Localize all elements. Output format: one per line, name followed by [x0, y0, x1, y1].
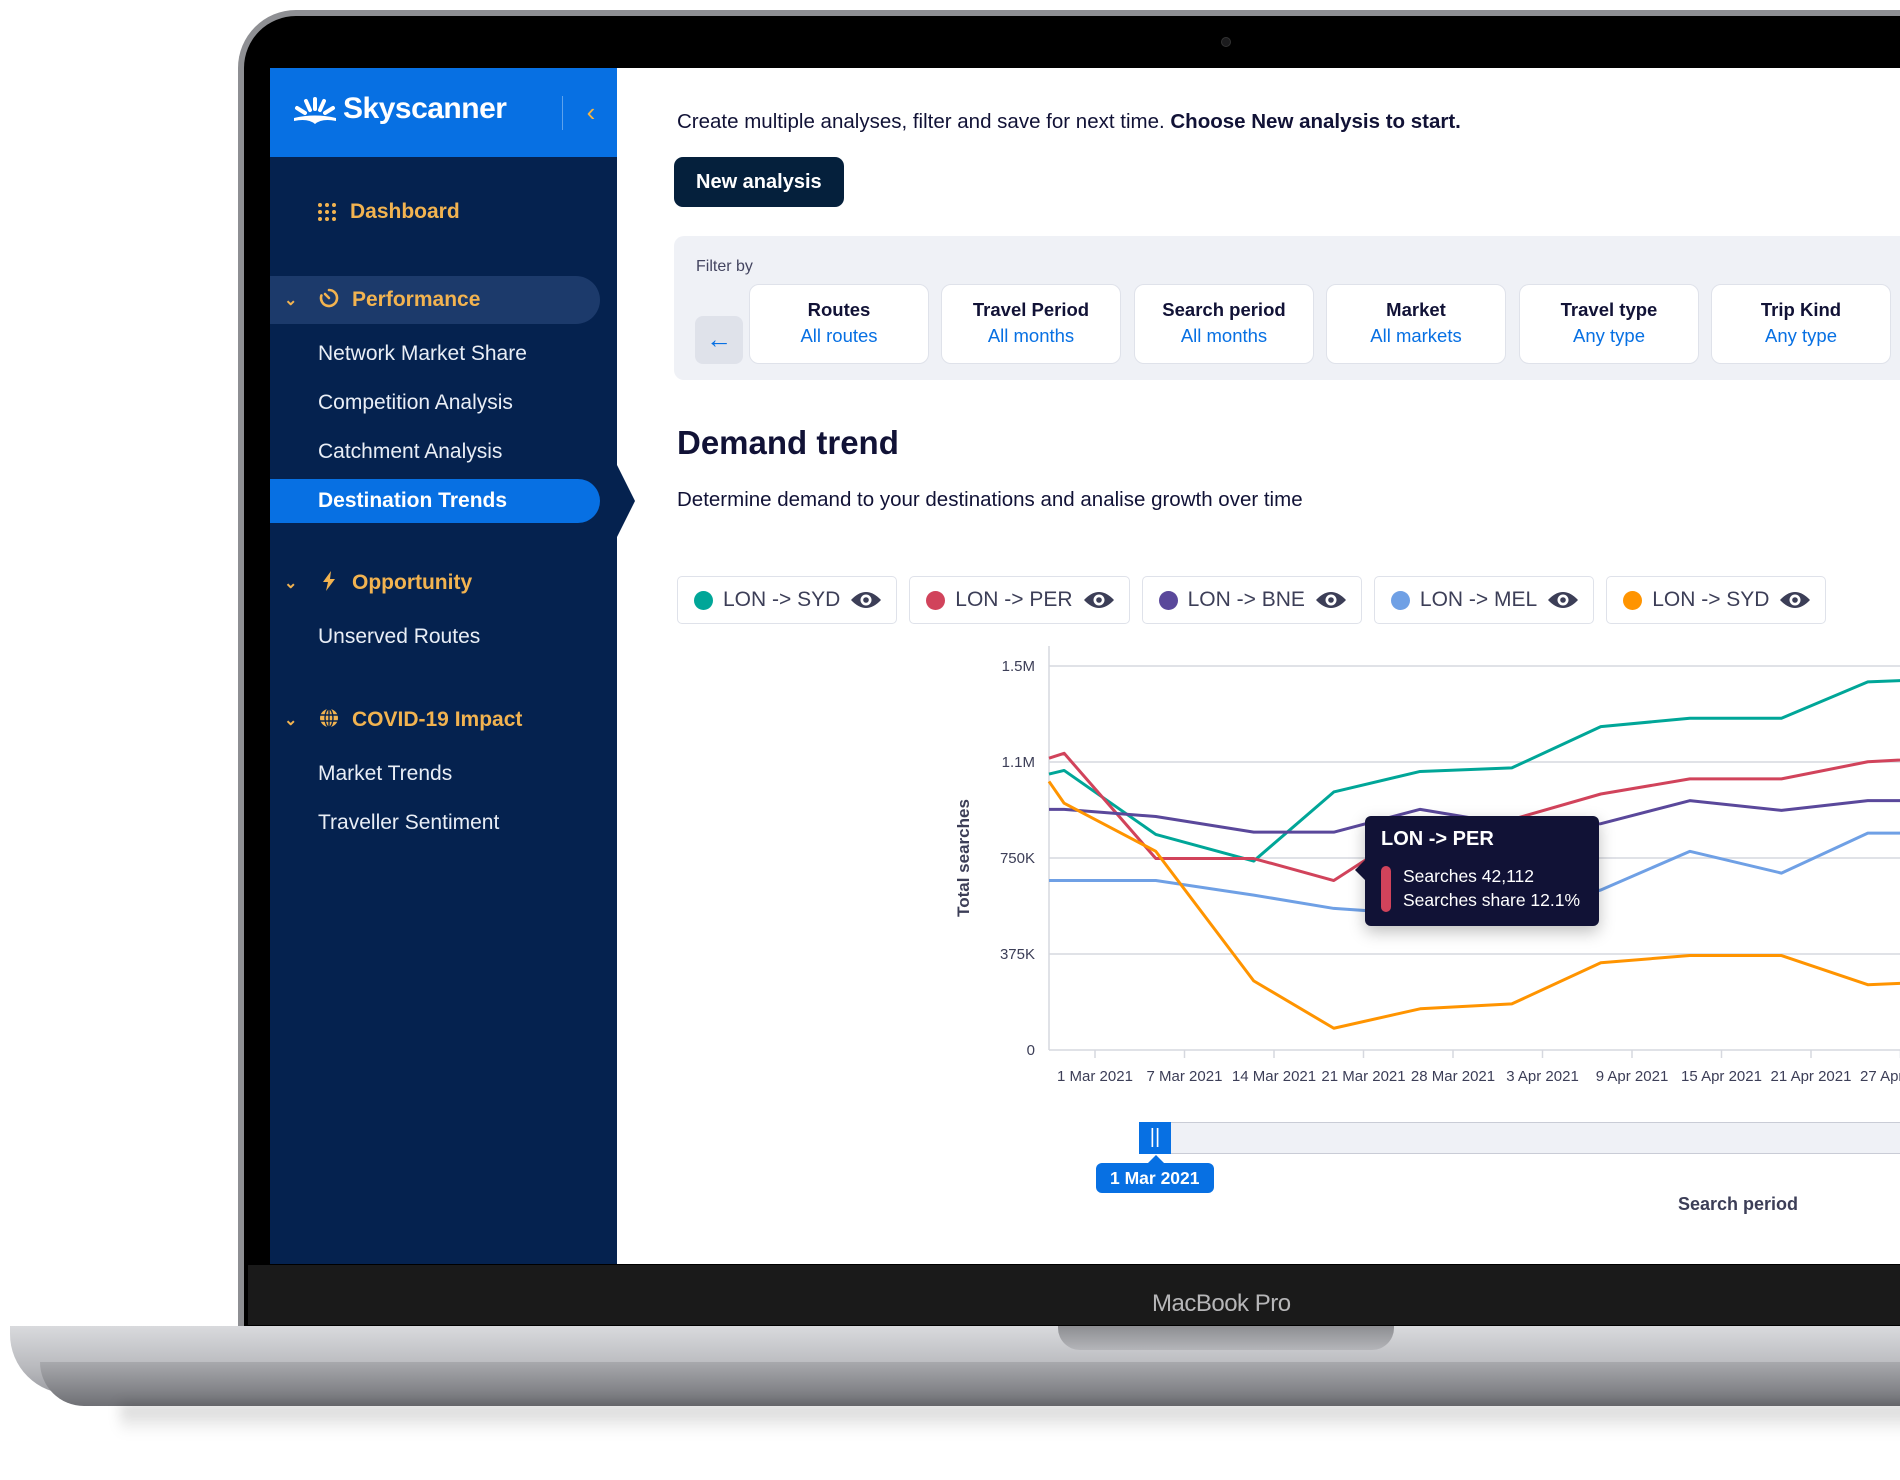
x-tick-label: 1 Mar 2021: [1057, 1068, 1133, 1085]
y-tick-label: 375K: [1000, 946, 1035, 963]
main-content: Create multiple analyses, filter and sav…: [617, 68, 1900, 1264]
camera-icon: [1221, 37, 1231, 47]
laptop-chin: [248, 1265, 1900, 1325]
skyscanner-logo-icon: [294, 97, 336, 124]
screen: Skyscanner ‹ Dashboard ⌄ Performance Net…: [270, 68, 1900, 1264]
line-chart: 0 375K 750K 1.1M 1.5M Total searches 1 Mar 202…: [954, 646, 1900, 1085]
search-period-slider-track[interactable]: [1139, 1122, 1900, 1154]
y-tick-label: 750K: [1000, 850, 1035, 867]
x-tick-label: 7 Mar 2021: [1147, 1068, 1223, 1085]
sidebar-group-label: COVID-19 Impact: [352, 708, 523, 731]
y-axis-title: Total searches: [954, 799, 973, 917]
chevron-left-icon[interactable]: ‹: [578, 94, 604, 130]
slider-handle[interactable]: ||: [1139, 1122, 1171, 1154]
sidebar-group-label: Opportunity: [352, 571, 473, 594]
chart-tooltip: LON -> PER Searches 42,112 Searches shar…: [1355, 816, 1599, 926]
laptop-shadow: [120, 1404, 1900, 1434]
chevron-down-icon: ⌄: [284, 292, 298, 309]
sidebar-item-dashboard[interactable]: Dashboard: [318, 192, 460, 232]
x-tick-label: 27 Apr 2021: [1860, 1068, 1900, 1085]
tooltip-title: LON -> PER: [1381, 828, 1494, 850]
y-tick-label: 1.5M: [1002, 658, 1035, 675]
lightning-icon: [318, 570, 340, 596]
chevron-down-icon: ⌄: [284, 575, 298, 592]
sidebar-item-network-market-share[interactable]: Network Market Share: [318, 334, 527, 374]
x-axis-title: Search period: [1678, 1194, 1799, 1214]
sidebar-item-label: Dashboard: [350, 200, 460, 223]
tooltip-series-swatch: [1381, 866, 1391, 912]
timer-icon: [318, 288, 340, 313]
chevron-down-icon: ⌄: [284, 712, 298, 729]
divider: [562, 96, 563, 130]
y-tick-label: 1.1M: [1002, 754, 1035, 771]
x-tick-label: 3 Apr 2021: [1506, 1068, 1579, 1085]
sidebar-group-label: Performance: [352, 288, 481, 311]
laptop-mockup: Skyscanner ‹ Dashboard ⌄ Performance Net…: [0, 0, 1900, 1480]
sidebar: Skyscanner ‹ Dashboard ⌄ Performance Net…: [270, 68, 617, 1264]
sidebar-item-competition-analysis[interactable]: Competition Analysis: [318, 383, 513, 423]
x-tick-label: 21 Mar 2021: [1321, 1068, 1405, 1085]
sidebar-item-market-trends[interactable]: Market Trends: [318, 754, 452, 794]
sidebar-group-covid-19-impact[interactable]: ⌄ COVID-19 Impact: [270, 696, 600, 744]
grid-dots-icon: [318, 203, 336, 221]
x-tick-label: 9 Apr 2021: [1596, 1068, 1669, 1085]
slider-value-label: 1 Mar 2021: [1096, 1155, 1214, 1193]
sidebar-item-unserved-routes[interactable]: Unserved Routes: [318, 617, 480, 657]
laptop-base-lower: [40, 1362, 1900, 1406]
device-label: MacBook Pro: [1152, 1290, 1291, 1317]
laptop-notch: [1058, 1326, 1394, 1350]
x-tick-label: 28 Mar 2021: [1411, 1068, 1495, 1085]
tooltip-searches: Searches 42,112: [1403, 866, 1535, 886]
tooltip-searches-share: Searches share 12.1%: [1403, 890, 1581, 910]
x-tick-label: 15 Apr 2021: [1681, 1068, 1762, 1085]
x-tick-label: 21 Apr 2021: [1771, 1068, 1852, 1085]
sidebar-item-traveller-sentiment[interactable]: Traveller Sentiment: [318, 803, 499, 843]
x-tick-label: 14 Mar 2021: [1232, 1068, 1316, 1085]
y-tick-label: 0: [1027, 1042, 1035, 1059]
brand-header: Skyscanner ‹: [270, 68, 617, 157]
sidebar-group-performance[interactable]: ⌄ Performance: [270, 276, 600, 324]
brand-name: Skyscanner: [343, 92, 507, 125]
sidebar-item-destination-trends[interactable]: Destination Trends: [270, 479, 600, 523]
sidebar-item-catchment-analysis[interactable]: Catchment Analysis: [318, 432, 502, 472]
sidebar-group-opportunity[interactable]: ⌄ Opportunity: [270, 559, 600, 607]
globe-icon: [318, 707, 340, 733]
